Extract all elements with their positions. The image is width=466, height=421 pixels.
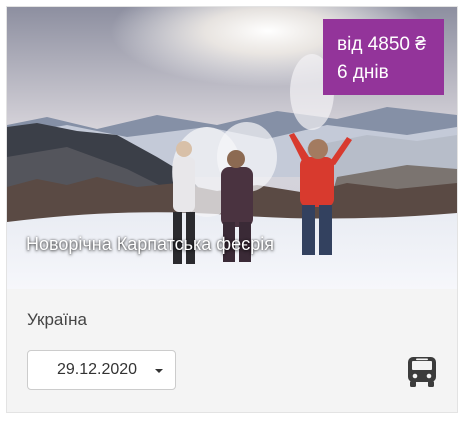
tour-title[interactable]: Новорічна Карпатська феєрія <box>26 234 274 255</box>
price-label: від 4850 ₴ <box>337 34 426 55</box>
duration-label: 6 днів <box>337 62 389 83</box>
date-select-value: 29.12.2020 <box>57 361 138 378</box>
tour-country: Україна <box>27 310 87 329</box>
caret-down-icon <box>155 369 163 373</box>
date-select[interactable]: 29.12.2020 <box>27 350 176 390</box>
bus-icon <box>407 356 437 388</box>
tour-card[interactable]: від 4850 ₴ 6 днів Новорічна Карпатська ф… <box>6 6 458 413</box>
price-badge: від 4850 ₴ 6 днів <box>323 19 444 95</box>
tour-image[interactable]: від 4850 ₴ 6 днів Новорічна Карпатська ф… <box>7 7 457 289</box>
